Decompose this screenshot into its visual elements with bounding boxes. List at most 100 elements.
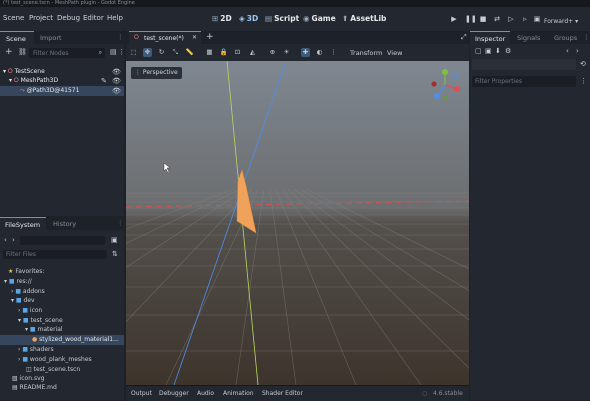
visibility-eye-icon[interactable]: 👁 (112, 77, 121, 85)
scene-filter-icon[interactable]: ▤ (110, 48, 117, 56)
dock-menu-icon[interactable]: ⋮ (117, 33, 124, 41)
fs-material-file[interactable]: ● stylized_wood_material1... (32, 336, 119, 343)
menu-editor[interactable]: Editor (83, 14, 104, 22)
bottom-tab-shader-editor[interactable]: Shader Editor (262, 390, 303, 397)
stop-icon[interactable]: ■ (479, 15, 487, 23)
perspective-menu-button[interactable]: ⋮ Perspective (131, 67, 182, 79)
tab-history[interactable]: History (53, 220, 76, 228)
fs-addons[interactable]: › ■ addons (11, 288, 45, 295)
3d-viewport[interactable]: ⋮ Perspective (126, 61, 469, 385)
play-custom-icon[interactable]: ▹ (521, 15, 529, 23)
tree-node-meshpath3d[interactable]: ▾ ⭘ MeshPath3D (9, 77, 58, 85)
object-selector[interactable] (472, 59, 576, 70)
group-icon[interactable]: ⊡ (233, 48, 242, 57)
workspace-script-button[interactable]: ▤ Script (265, 14, 299, 23)
more-tools-icon[interactable]: ⋮ (329, 48, 338, 57)
view-menu[interactable]: View (387, 49, 402, 57)
new-scene-tab-icon[interactable]: + (206, 32, 214, 42)
fs-test-scene-file[interactable]: ◫ test_scene.tscn (26, 366, 80, 373)
fs-shaders-folder[interactable]: › ■ shaders (18, 346, 54, 353)
tab-signals[interactable]: Signals (517, 34, 540, 42)
pause-icon[interactable]: ❚❚ (465, 15, 477, 23)
fs-label: stylized_wood_material1... (39, 336, 119, 343)
filter-nodes-input[interactable]: Filter Nodes ⌕ (29, 48, 105, 58)
tab-scene[interactable]: Scene (0, 31, 34, 45)
scale-mode-icon[interactable]: ⤡ (171, 48, 180, 57)
fs-dev[interactable]: ▾ ■ dev (11, 297, 35, 304)
renderer-select[interactable]: Forward+ ▾ (544, 18, 578, 25)
fs-icon-folder[interactable]: › ■ icon (18, 307, 42, 314)
tree-node-path3d[interactable]: ⤳ @Path3D@41571 (20, 87, 79, 95)
bottom-tab-animation[interactable]: Animation (223, 390, 254, 397)
workspace-game-button[interactable]: ◉ Game (303, 14, 336, 23)
fs-res-root[interactable]: ▾ ■ res:// (4, 278, 32, 285)
add-node-icon[interactable]: + (5, 47, 13, 57)
play-scene-icon[interactable]: ▷ (507, 15, 515, 23)
distraction-free-icon[interactable]: ⤢ (461, 33, 467, 42)
save-resource-icon[interactable]: ⬇ (495, 47, 501, 55)
split-view-icon[interactable]: ▣ (111, 236, 118, 244)
movie-icon[interactable]: ▣ (533, 15, 541, 23)
bottom-tab-output[interactable]: Output (131, 390, 152, 397)
workspace-3d-button[interactable]: ◈ 3D (239, 14, 258, 23)
menu-scene[interactable]: Scene (3, 14, 24, 22)
forward-icon[interactable]: › (12, 236, 15, 244)
back-icon[interactable]: ‹ (4, 236, 7, 244)
toggle-preview-sun-icon[interactable]: ☀ (282, 48, 291, 57)
link-icon[interactable]: ⛓ (18, 48, 27, 56)
path-curve-icon[interactable]: ◐ (315, 48, 324, 57)
tab-import[interactable]: Import (40, 34, 62, 42)
new-resource-icon[interactable]: ▢ (475, 47, 482, 55)
menu-debug[interactable]: Debug (57, 14, 80, 22)
path-field[interactable] (20, 236, 105, 245)
fs-test-scene-folder[interactable]: ▾ ■ test_scene (18, 317, 63, 324)
tree-node-testscene[interactable]: ▾ ⭘ TestScene (3, 68, 45, 76)
ruler-mode-icon[interactable]: 📏 (185, 48, 194, 57)
extra-resource-icon[interactable]: ⚙ (505, 47, 511, 55)
list-select-icon[interactable]: ▦ (205, 48, 214, 57)
workspace-assetlib-button[interactable]: ⬆ AssetLib (342, 14, 386, 23)
tab-groups[interactable]: Groups (554, 34, 577, 42)
menu-help[interactable]: Help (107, 14, 123, 22)
visibility-eye-icon[interactable]: 👁 (112, 68, 121, 76)
remote-debug-icon[interactable]: ⇄ (493, 15, 501, 23)
lock-icon[interactable]: 🔒 (219, 48, 228, 57)
bottom-tab-debugger[interactable]: Debugger (159, 390, 189, 397)
scene-tab-test-scene[interactable]: ⭘ test_scene(*) ✕ (129, 31, 201, 45)
sort-icon[interactable]: ⇅ (112, 250, 118, 258)
fs-icon-svg[interactable]: ▧ icon.svg (12, 375, 44, 382)
history-back-icon[interactable]: ‹ (566, 47, 569, 55)
bottom-tab-audio[interactable]: Audio (197, 390, 214, 397)
close-tab-icon[interactable]: ✕ (192, 34, 197, 41)
folder-icon: ■ (15, 297, 22, 304)
dock-menu-icon[interactable]: ⋮ (583, 33, 590, 41)
snap-icon[interactable]: ⊕ (268, 48, 277, 57)
object-history-icon[interactable]: ⟲ (580, 60, 586, 68)
tab-inspector[interactable]: Inspector (470, 31, 510, 45)
move-mode-icon[interactable]: ✥ (143, 48, 152, 57)
open-resource-icon[interactable]: ▣ (485, 47, 492, 55)
transform-menu[interactable]: Transform (350, 49, 382, 57)
tab-filesystem[interactable]: FileSystem (0, 217, 46, 231)
fs-favorites[interactable]: ★ Favorites: (8, 268, 44, 275)
axis-gizmo[interactable] (428, 67, 462, 103)
scene-more-icon[interactable]: ⋮ (118, 48, 125, 56)
filter-files-input[interactable]: Filter Files (3, 250, 107, 259)
filter-properties-input[interactable]: Filter Properties (472, 76, 576, 87)
workspace-2d-button[interactable]: ⊞ 2D (212, 14, 232, 23)
local-space-icon[interactable]: ◭ (248, 48, 257, 57)
fs-label: dev (23, 297, 35, 304)
history-forward-icon[interactable]: › (576, 47, 579, 55)
dock-menu-icon[interactable]: ⋮ (117, 219, 124, 227)
rotate-mode-icon[interactable]: ↻ (157, 48, 166, 57)
inspector-options-icon[interactable]: ⋮ (580, 77, 587, 85)
fs-material-folder[interactable]: ▾ ■ material (25, 326, 63, 333)
path-edit-icon[interactable]: ✚ (301, 48, 310, 57)
select-mode-icon[interactable]: ⬚ (129, 48, 138, 57)
fs-wood-plank-folder[interactable]: › ■ wood_plank_meshes (18, 356, 92, 363)
visibility-eye-icon[interactable]: 👁 (112, 87, 121, 95)
play-icon[interactable]: ▶ (450, 15, 458, 23)
fs-readme[interactable]: ▤ README.md (12, 384, 57, 391)
menu-project[interactable]: Project (29, 14, 53, 22)
script-attached-icon[interactable]: ✎ (101, 77, 107, 85)
